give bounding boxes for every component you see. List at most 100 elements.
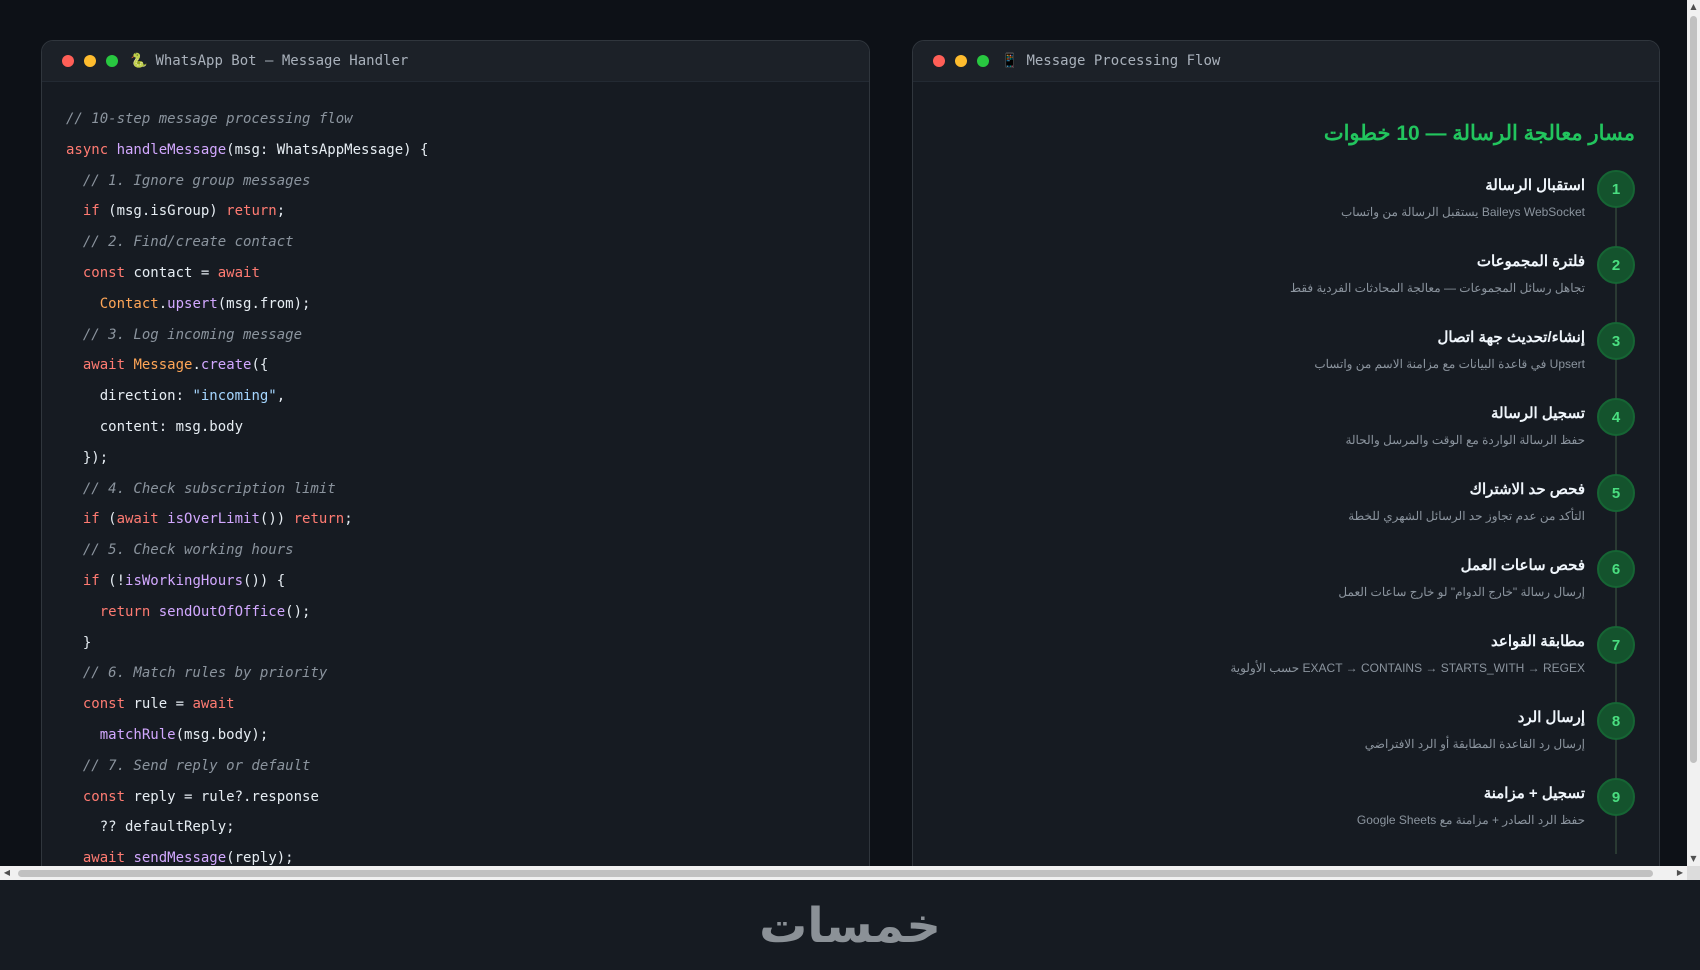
flow-step: 4 تسجيل الرسالة حفظ الرسالة الواردة مع الو… [913, 398, 1635, 474]
step-title: فحص ساعات العمل [1460, 557, 1585, 574]
code-token: async [66, 141, 117, 158]
step-description: إرسال رسالة "خارج الدوام" لو خارج ساعات … [1338, 585, 1585, 599]
code-token: // 1. Ignore group messages [66, 172, 311, 189]
code-token: return [293, 511, 345, 528]
vertical-scrollbar-thumb[interactable] [1690, 16, 1697, 763]
code-token: const [82, 696, 126, 713]
step-description: EXACT → CONTAINS → STARTS_WITH → REGEX ح… [1230, 661, 1585, 675]
step-description: التأكد من عدم تجاوز حد الرسائل الشهري لل… [1348, 509, 1585, 523]
code-line: return sendOutOfOffice(); [66, 597, 869, 628]
maximize-window-button[interactable] [106, 55, 118, 67]
code-line: content: msg.body [66, 412, 869, 443]
code-window: 🐍 WhatsApp Bot — Message Handler // 10-s… [41, 40, 870, 866]
khamsat-logo: خمسات [759, 898, 941, 954]
step-number-badge: 3 [1597, 322, 1635, 360]
code-token: ?? defaultReply; [66, 819, 235, 836]
code-block: // 10-step message processing flow async … [42, 82, 869, 866]
code-token: // 10-step message processing flow [66, 111, 353, 127]
code-token: rule = [125, 696, 193, 713]
code-token: handleMessage [116, 141, 227, 158]
code-line: // 10-step message processing flow [66, 104, 869, 135]
flow-body: مسار معالجة الرسالة — 10 خطوات 1 استقبال … [913, 82, 1659, 854]
step-text: تسجيل الرسالة حفظ الرسالة الواردة مع الوق… [1345, 398, 1585, 448]
step-number-badge: 6 [1597, 550, 1635, 588]
code-token: sendOutOfOffice [158, 603, 286, 620]
code-token: contact = [125, 264, 218, 281]
code-token: isOverLimit [167, 511, 260, 528]
code-line: // 7. Send reply or default [66, 751, 869, 782]
flow-step: 8 إرسال الرد إرسال رد القاعدة المطابقة أو … [913, 702, 1635, 778]
horizontal-scrollbar[interactable]: ◀ ▶ [0, 866, 1687, 880]
code-token: direction: [66, 388, 193, 405]
flow-window-titlebar: 📱 Message Processing Flow [913, 41, 1659, 82]
code-line: if (await isOverLimit()) return; [66, 504, 869, 535]
step-number-badge: 7 [1597, 626, 1635, 664]
maximize-window-button[interactable] [977, 55, 989, 67]
code-line: matchRule(msg.body); [66, 720, 869, 751]
snake-icon: 🐍 [130, 53, 148, 69]
minimize-window-button[interactable] [955, 55, 967, 67]
step-number-badge: 1 [1597, 170, 1635, 208]
code-line: // 5. Check working hours [66, 535, 869, 566]
scroll-left-arrow-icon[interactable]: ◀ [0, 866, 14, 880]
code-token: ; [276, 203, 286, 220]
scroll-up-arrow-icon[interactable]: ▲ [1687, 0, 1700, 14]
code-line: const reply = rule?.response [66, 782, 869, 813]
flow-heading: مسار معالجة الرسالة — 10 خطوات [1323, 122, 1635, 145]
step-description: Upsert في قاعدة البيانات مع مزامنة الاسم… [1314, 357, 1585, 371]
close-window-button[interactable] [62, 55, 74, 67]
code-token: // 6. Match rules by priority [66, 665, 328, 682]
code-token: (reply); [226, 850, 294, 866]
code-token: . [158, 295, 168, 312]
minimize-window-button[interactable] [84, 55, 96, 67]
step-number-badge: 8 [1597, 702, 1635, 740]
code-token: content: msg.body [66, 418, 244, 435]
code-token: if [82, 203, 100, 220]
code-token: (msg.body); [175, 726, 269, 743]
code-line: await Message.create({ [66, 350, 869, 381]
code-token: (msg.from); [217, 295, 311, 312]
close-window-button[interactable] [933, 55, 945, 67]
code-token: await [82, 357, 126, 374]
code-token: create [200, 357, 252, 374]
step-title: استقبال الرسالة [1485, 177, 1585, 194]
code-token: ({ [251, 357, 269, 374]
flow-step: 7 مطابقة القواعد EXACT → CONTAINS → STARTS… [913, 626, 1635, 702]
mobile-phone-icon: 📱 [1001, 53, 1019, 69]
viewport: 🐍 WhatsApp Bot — Message Handler // 10-s… [0, 0, 1687, 866]
flow-window: 📱 Message Processing Flow مسار معالجة ال… [912, 40, 1660, 866]
step-number-badge: 5 [1597, 474, 1635, 512]
code-token: reply = rule?.response [125, 788, 319, 805]
code-token: return [226, 203, 277, 220]
flow-step: 1 استقبال الرسالة Baileys WebSocket يستقبل… [913, 170, 1635, 246]
code-token: ()) [259, 511, 294, 528]
step-text: فحص ساعات العمل إرسال رسالة "خارج الدوام"… [1338, 550, 1585, 600]
scroll-down-arrow-icon[interactable]: ▼ [1687, 852, 1700, 866]
scrollbar-corner [1687, 866, 1700, 880]
code-token: ; [344, 511, 353, 528]
footer: خمسات [0, 880, 1700, 970]
code-window-titlebar: 🐍 WhatsApp Bot — Message Handler [42, 41, 869, 82]
code-line: direction: "incoming", [66, 381, 869, 412]
vertical-scrollbar[interactable]: ▲ ▼ [1687, 0, 1700, 866]
code-token: (! [99, 572, 126, 589]
horizontal-scrollbar-thumb[interactable] [18, 870, 1653, 877]
flow-step: 5 فحص حد الاشتراك التأكد من عدم تجاوز حد ا… [913, 474, 1635, 550]
step-text: فحص حد الاشتراك التأكد من عدم تجاوز حد ال… [1348, 474, 1585, 524]
step-text: فلترة المجموعات تجاهل رسائل المجموعات — م… [1290, 246, 1585, 296]
code-window-title: WhatsApp Bot — Message Handler [155, 53, 409, 69]
code-token: await [192, 696, 235, 713]
code-line: // 1. Ignore group messages [66, 166, 869, 197]
scroll-right-arrow-icon[interactable]: ▶ [1673, 866, 1687, 880]
code-token: Contact [99, 295, 159, 312]
code-token: // 5. Check working hours [66, 542, 294, 559]
code-token: // 4. Check subscription limit [66, 480, 336, 497]
code-token: ()) { [243, 572, 286, 589]
